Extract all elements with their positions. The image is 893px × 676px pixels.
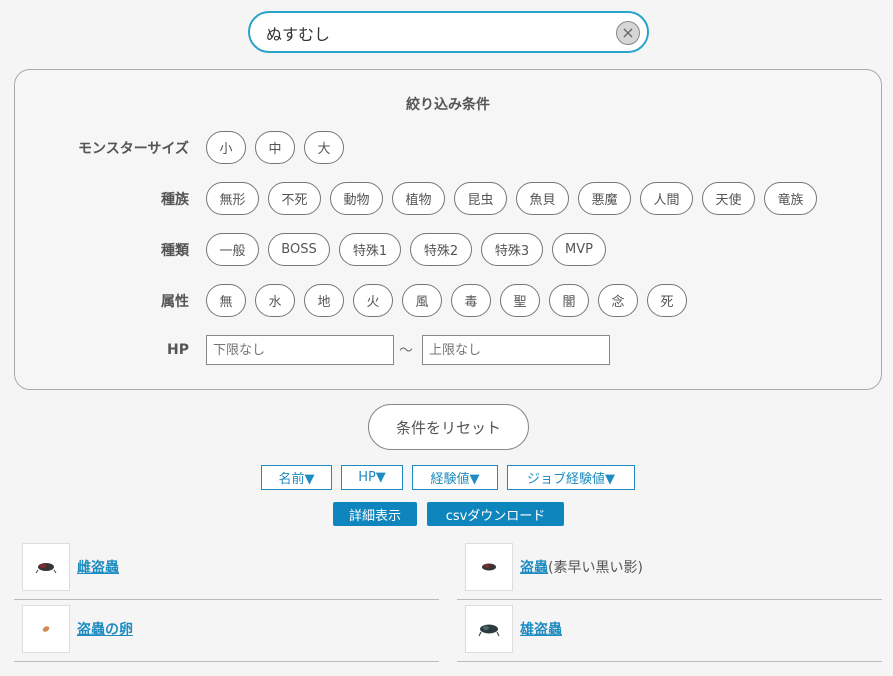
element-chip[interactable]: 念 (598, 284, 638, 317)
element-chip[interactable]: 毒 (451, 284, 491, 317)
monster-thumbnail (22, 605, 70, 653)
type-chip[interactable]: MVP (552, 233, 606, 266)
element-chip[interactable]: 風 (402, 284, 442, 317)
race-chips: 無形 不死 動物 植物 昆虫 魚貝 悪魔 人間 天使 竜族 (206, 182, 817, 215)
monster-thumbnail (22, 543, 70, 591)
filter-panel: 絞り込み条件 モンスターサイズ 小 中 大 種族 無形 不死 動物 植物 昆虫 … (14, 69, 882, 390)
size-chips: 小 中 大 (206, 131, 344, 164)
list-item[interactable]: 盗蟲の卵 (14, 605, 439, 662)
element-chip[interactable]: 闇 (549, 284, 589, 317)
race-chip[interactable]: 無形 (206, 182, 259, 215)
race-chip[interactable]: 植物 (392, 182, 445, 215)
csv-download-button[interactable]: csvダウンロード (427, 502, 564, 526)
sort-job-exp-button[interactable]: ジョブ経験値▼ (507, 465, 635, 490)
detail-view-button[interactable]: 詳細表示 (333, 502, 417, 526)
result-name: 雄盗蟲 (520, 619, 562, 639)
monster-alias: (素早い黒い影) (548, 560, 643, 576)
reset-filters-button[interactable]: 条件をリセット (368, 404, 529, 450)
race-label: 種族 (161, 192, 189, 208)
race-chip[interactable]: 昆虫 (454, 182, 507, 215)
monster-thumbnail (465, 543, 513, 591)
element-chip[interactable]: 地 (304, 284, 344, 317)
race-chip[interactable]: 悪魔 (578, 182, 631, 215)
element-chip[interactable]: 死 (647, 284, 687, 317)
size-label: モンスターサイズ (77, 141, 189, 157)
search-box[interactable]: × (248, 11, 649, 53)
race-chip[interactable]: 動物 (330, 182, 383, 215)
type-chips: 一般 BOSS 特殊1 特殊2 特殊3 MVP (206, 233, 606, 266)
search-input[interactable] (266, 20, 606, 46)
type-chip[interactable]: 特殊2 (410, 233, 472, 266)
result-name: 盗蟲の卵 (77, 619, 133, 639)
filter-title: 絞り込み条件 (406, 97, 490, 113)
race-chip[interactable]: 人間 (640, 182, 693, 215)
monster-link[interactable]: 雌盗蟲 (77, 560, 119, 576)
sort-exp-button[interactable]: 経験値▼ (412, 465, 498, 490)
list-item[interactable]: 雌盗蟲 (14, 543, 439, 600)
result-name: 盗蟲(素早い黒い影) (520, 557, 643, 577)
size-chip-small[interactable]: 小 (206, 131, 246, 164)
clear-search-icon[interactable]: × (616, 21, 640, 45)
hp-min-input[interactable] (206, 335, 394, 365)
result-name: 雌盗蟲 (77, 557, 119, 577)
hp-range-separator: ～ (399, 343, 413, 359)
list-item[interactable]: 雄盗蟲 (457, 605, 882, 662)
monster-link[interactable]: 盗蟲の卵 (77, 622, 133, 638)
type-chip[interactable]: BOSS (268, 233, 330, 266)
monster-thumbnail (465, 605, 513, 653)
element-chip[interactable]: 水 (255, 284, 295, 317)
race-chip[interactable]: 不死 (268, 182, 321, 215)
hp-label: HP (167, 342, 189, 358)
type-chip[interactable]: 一般 (206, 233, 259, 266)
sort-name-button[interactable]: 名前▼ (261, 465, 332, 490)
race-chip[interactable]: 天使 (702, 182, 755, 215)
monster-link[interactable]: 盗蟲 (520, 560, 548, 576)
size-chip-large[interactable]: 大 (304, 131, 344, 164)
element-chip[interactable]: 無 (206, 284, 246, 317)
race-chip[interactable]: 竜族 (764, 182, 817, 215)
element-chip[interactable]: 火 (353, 284, 393, 317)
element-label: 属性 (161, 294, 189, 310)
sort-hp-button[interactable]: HP▼ (341, 465, 403, 490)
type-label: 種類 (161, 243, 189, 259)
element-chip[interactable]: 聖 (500, 284, 540, 317)
monster-link[interactable]: 雄盗蟲 (520, 622, 562, 638)
race-chip[interactable]: 魚貝 (516, 182, 569, 215)
type-chip[interactable]: 特殊1 (339, 233, 401, 266)
hp-max-input[interactable] (422, 335, 610, 365)
list-item[interactable]: 盗蟲(素早い黒い影) (457, 543, 882, 600)
type-chip[interactable]: 特殊3 (481, 233, 543, 266)
element-chips: 無 水 地 火 風 毒 聖 闇 念 死 (206, 284, 687, 317)
size-chip-medium[interactable]: 中 (255, 131, 295, 164)
